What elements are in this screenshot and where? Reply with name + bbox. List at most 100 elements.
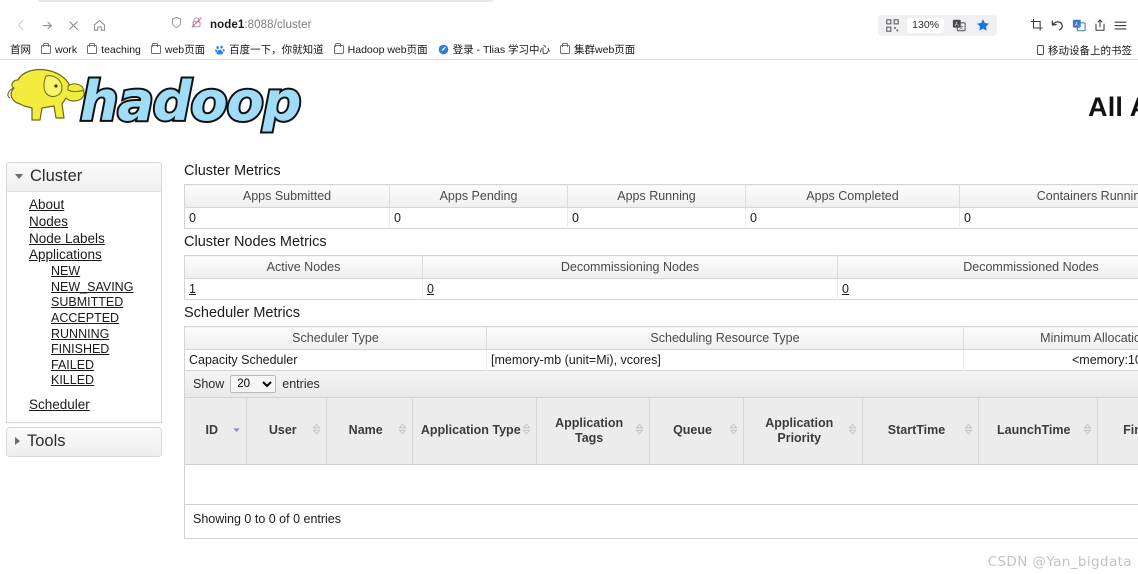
- col-decommissioned-nodes: Decommissioned Nodes: [838, 256, 1138, 279]
- table-header-row: Scheduler Type Scheduling Resource Type …: [185, 327, 1138, 350]
- bookmark-item-1[interactable]: work: [37, 43, 81, 57]
- sidebar-item-applications[interactable]: Applications: [7, 247, 161, 264]
- sidebar-item-node-labels[interactable]: Node Labels: [7, 231, 161, 248]
- bookmark-item-5[interactable]: Hadoop web页面: [330, 41, 432, 58]
- share-icon[interactable]: [1090, 16, 1109, 35]
- sidebar-item-submitted[interactable]: SUBMITTED: [7, 295, 161, 311]
- back-button[interactable]: [8, 13, 34, 37]
- val-containers-running: 0: [960, 208, 1138, 229]
- col-active-nodes: Active Nodes: [185, 256, 423, 279]
- col-apps-submitted: Apps Submitted: [185, 185, 390, 208]
- col-starttime[interactable]: StartTime: [863, 398, 978, 464]
- sidebar-item-new[interactable]: NEW: [7, 264, 161, 280]
- url-path: :8088/cluster: [244, 19, 311, 31]
- cluster-nodes-metrics-title: Cluster Nodes Metrics: [184, 233, 1138, 251]
- bookmarks-bar: 首网 work teaching web页面 百度一下，你就知道: [0, 40, 1138, 60]
- bookmark-mobile-folder[interactable]: 移动设备上的书签: [1037, 40, 1132, 60]
- sidebar-item-running[interactable]: RUNNING: [7, 327, 161, 343]
- col-user[interactable]: User: [247, 398, 327, 464]
- active-nodes-link[interactable]: 1: [189, 282, 196, 296]
- sidebar-item-nodes[interactable]: Nodes: [7, 214, 161, 231]
- bookmark-item-6[interactable]: 登录 - Tlias 学习中心: [434, 41, 554, 58]
- val-scheduler-type: Capacity Scheduler: [185, 350, 487, 371]
- entries-label: entries: [282, 377, 320, 391]
- table-row: Capacity Scheduler [memory-mb (unit=Mi),…: [185, 350, 1138, 371]
- chevron-right-icon: [15, 437, 20, 445]
- col-application-tags[interactable]: Application Tags: [537, 398, 650, 464]
- bookmark-mobile-label: 移动设备上的书签: [1048, 43, 1132, 58]
- stop-button[interactable]: [60, 13, 86, 37]
- sidebar-cluster-body: About Nodes Node Labels Applications NEW…: [7, 192, 161, 422]
- translate-icon[interactable]: A 文: [949, 16, 968, 35]
- lock-crossed-icon[interactable]: [190, 16, 203, 34]
- sidebar-cluster-panel: Cluster About Nodes Node Labels Applicat…: [6, 162, 162, 423]
- star-filled-icon[interactable]: [973, 16, 992, 35]
- sort-none-icon: [398, 422, 407, 439]
- sort-none-icon: [1083, 422, 1092, 439]
- reader-mode-icon[interactable]: A: [1069, 16, 1088, 35]
- page-size-select[interactable]: 20 40 60 80 100: [230, 375, 276, 393]
- zoom-level[interactable]: 130%: [907, 18, 944, 33]
- col-application-type-label: Application Type: [421, 423, 521, 437]
- tab-strip: [0, 0, 1138, 10]
- val-decommissioned-nodes: 0: [838, 279, 1138, 300]
- cluster-nodes-metrics-table: Active Nodes Decommissioning Nodes Decom…: [184, 255, 1138, 300]
- bookmark-item-7[interactable]: 集群web页面: [556, 41, 639, 58]
- active-tab[interactable]: [38, 0, 493, 2]
- val-apps-pending: 0: [390, 208, 568, 229]
- bookmark-label: teaching: [101, 44, 141, 56]
- folder-icon: [334, 45, 344, 54]
- bookmark-item-0[interactable]: 首网: [6, 41, 35, 58]
- bookmark-item-2[interactable]: teaching: [83, 43, 145, 57]
- col-containers-running: Containers Running: [960, 185, 1138, 208]
- show-label: Show: [193, 377, 224, 391]
- bookmark-label: 百度一下，你就知道: [229, 42, 324, 57]
- sidebar-item-about[interactable]: About: [7, 197, 161, 214]
- table-header-row: ID User Name Application Type Applicatio…: [185, 398, 1138, 464]
- sidebar-item-scheduler[interactable]: Scheduler: [7, 397, 161, 414]
- yarn-resourcemanager-page: hadoop All Applications Cluster About No…: [0, 60, 1138, 574]
- forward-button[interactable]: [34, 13, 60, 37]
- undo-arrow-icon[interactable]: [1048, 16, 1067, 35]
- sort-none-icon: [522, 422, 531, 439]
- sidebar-cluster-header[interactable]: Cluster: [7, 163, 161, 192]
- sidebar-item-killed[interactable]: KILLED: [7, 373, 161, 389]
- sidebar-tools-panel[interactable]: Tools: [6, 427, 162, 457]
- sidebar-item-failed[interactable]: FAILED: [7, 358, 161, 374]
- col-id[interactable]: ID: [185, 398, 247, 464]
- bookmark-item-3[interactable]: web页面: [147, 41, 209, 58]
- col-application-priority[interactable]: Application Priority: [744, 398, 863, 464]
- sort-none-icon: [848, 422, 857, 439]
- sidebar-tools-title: Tools: [27, 432, 66, 451]
- col-queue[interactable]: Queue: [650, 398, 744, 464]
- bookmark-label: 集群web页面: [574, 42, 635, 57]
- home-button[interactable]: [86, 13, 112, 37]
- val-apps-submitted: 0: [185, 208, 390, 229]
- sort-desc-icon: [232, 423, 241, 438]
- browser-chrome: node1:8088/cluster 130% A: [0, 0, 1138, 60]
- hadoop-logo[interactable]: hadoop: [4, 58, 304, 149]
- col-decommissioning-nodes: Decommissioning Nodes: [423, 256, 838, 279]
- val-apps-completed: 0: [746, 208, 960, 229]
- folder-icon: [41, 45, 51, 54]
- col-application-type[interactable]: Application Type: [413, 398, 537, 464]
- decommissioning-nodes-link[interactable]: 0: [427, 282, 434, 296]
- col-starttime-label: StartTime: [888, 423, 945, 437]
- applications-table: ID User Name Application Type Applicatio…: [185, 398, 1138, 504]
- hamburger-menu-icon[interactable]: [1111, 16, 1130, 35]
- qr-code-icon[interactable]: [883, 16, 902, 35]
- folder-icon: [560, 45, 570, 54]
- sidebar-item-new-saving[interactable]: NEW_SAVING: [7, 280, 161, 296]
- col-finishtime[interactable]: FinishTime: [1097, 398, 1138, 464]
- bookmark-item-4[interactable]: 百度一下，你就知道: [211, 41, 328, 58]
- sidebar-item-accepted[interactable]: ACCEPTED: [7, 311, 161, 327]
- empty-cell: [185, 464, 1138, 504]
- url-host: node1: [210, 19, 244, 31]
- crop-icon[interactable]: [1027, 16, 1046, 35]
- toolbar-right-controls: 130% A 文: [878, 15, 1130, 36]
- col-launchtime[interactable]: LaunchTime: [978, 398, 1097, 464]
- sidebar-item-finished[interactable]: FINISHED: [7, 342, 161, 358]
- address-bar[interactable]: node1:8088/cluster: [162, 13, 872, 37]
- decommissioned-nodes-link[interactable]: 0: [842, 282, 849, 296]
- col-name[interactable]: Name: [327, 398, 413, 464]
